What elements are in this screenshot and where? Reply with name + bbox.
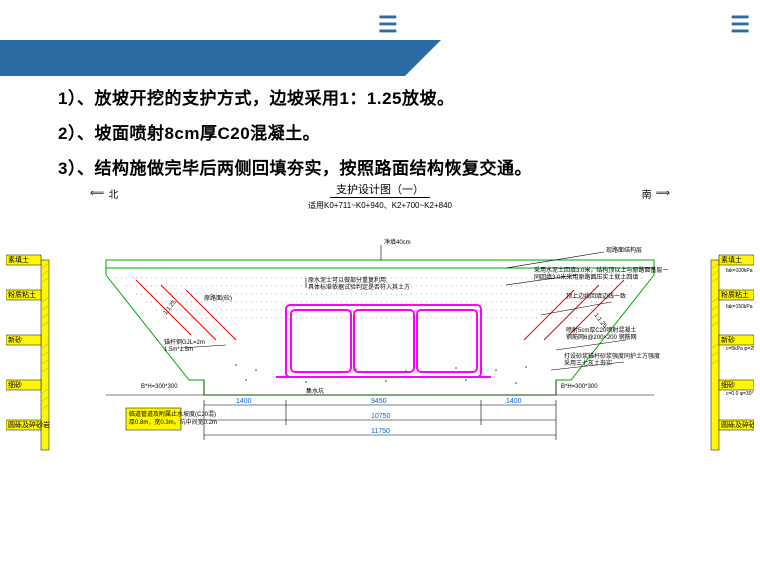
- svg-text:素填土: 素填土: [721, 255, 742, 264]
- svg-text:1400: 1400: [506, 398, 522, 405]
- svg-text:顶上边线回填边线一致: 顶上边线回填边线一致: [566, 292, 626, 300]
- svg-text:锚杆钢GJL=2m: 锚杆钢GJL=2m: [164, 338, 205, 346]
- left-soil-column: 素填土 粉质粘土 新砂 细砂 圆砾及碎砂岩: [6, 255, 50, 450]
- bullet-1: 1）、放坡开挖的支护方式，边坡采用1：1.25放坡。: [58, 84, 720, 109]
- bullet-3: 3）、结构施做完毕后两侧回填夯实，按照路面结构恢复交通。: [58, 154, 720, 179]
- menu-icon-right: ☰: [730, 12, 750, 38]
- svg-text:10750: 10750: [371, 413, 391, 420]
- svg-text:素填土: 素填土: [8, 255, 29, 264]
- svg-text:1:1.25: 1:1.25: [163, 299, 178, 316]
- svg-text:新砂: 新砂: [721, 335, 735, 344]
- svg-text:1400: 1400: [236, 398, 252, 405]
- svg-text:原水泥土可以做部分重复利用,: 原水泥土可以做部分重复利用,: [308, 276, 388, 284]
- svg-text:原路面(砼): 原路面(砼): [204, 294, 232, 302]
- svg-text:临道管道及附属止水坡度(C20混): 临道管道及附属止水坡度(C20混): [129, 410, 216, 418]
- bullet-2: 2）、坡面喷射8cm厚C20混凝土。: [58, 119, 720, 144]
- svg-text:11750: 11750: [371, 428, 390, 435]
- drawing-title: 支护设计图（一）: [330, 181, 430, 198]
- svg-text:c=0.0 φ=30°: c=0.0 φ=30°: [726, 391, 753, 397]
- svg-text:打设砂浆锚杆砂浆强度同护土方强度: 打设砂浆锚杆砂浆强度同护土方强度: [564, 352, 660, 360]
- menu-icon-top: ☰: [378, 12, 398, 38]
- svg-text:集水坑: 集水坑: [306, 387, 324, 395]
- svg-text:净填40cm: 净填40cm: [384, 238, 411, 246]
- svg-text:喷射5cm厚C20喷射混凝土: 喷射5cm厚C20喷射混凝土: [566, 326, 636, 334]
- svg-text:新砂: 新砂: [8, 335, 22, 344]
- svg-text:厚0.8m，宽0.3m。坑中间宽0.2m: 厚0.8m，宽0.3m。坑中间宽0.2m: [129, 418, 217, 426]
- engineering-drawing: 素填土 粉质粘土 新砂 细砂 圆砾及碎砂岩 素填土 粉质粘土 新砂 细砂 圆砾及…: [6, 220, 754, 510]
- svg-text:粉质粘土: 粉质粘土: [721, 290, 749, 299]
- svg-text:9450: 9450: [371, 398, 387, 405]
- svg-text:同回填3.0米采用原路面压实土就土回填: 同回填3.0米采用原路面压实土就土回填: [534, 273, 638, 281]
- annotations: 净填40cm 现路面结构层 原水泥土可以做部分重复利用, 具体标准依据试验判定是…: [126, 238, 668, 430]
- svg-text:现路面结构层: 现路面结构层: [606, 246, 642, 254]
- dimensions: 1400 9450 1400 10750 11750: [204, 398, 556, 440]
- north-arrow: ⟸北: [90, 186, 118, 201]
- svg-text:B*H=300*300: B*H=300*300: [141, 384, 178, 390]
- svg-text:B*H=300*300: B*H=300*300: [561, 384, 598, 390]
- svg-text:粉质粘土: 粉质粘土: [8, 290, 36, 299]
- drawing-subtitle: 适用K0+711~K0+940、K2+700~K2+840: [0, 200, 760, 211]
- svg-text:1.5m*1.5m: 1.5m*1.5m: [164, 347, 193, 353]
- svg-text:钢筋网6@200×200 钢筋网: 钢筋网6@200×200 钢筋网: [566, 333, 637, 341]
- svg-text:细砂: 细砂: [8, 380, 22, 389]
- svg-text:fak=150kPa φ=24°: fak=150kPa φ=24°: [726, 304, 754, 310]
- culvert-structure: [276, 305, 491, 377]
- svg-text:细砂: 细砂: [721, 380, 735, 389]
- text-content: 1）、放坡开挖的支护方式，边坡采用1：1.25放坡。 2）、坡面喷射8cm厚C2…: [58, 84, 720, 189]
- south-arrow: 南⟹: [642, 186, 670, 201]
- svg-text:具体标准依据试验判定是否符入其土方: 具体标准依据试验判定是否符入其土方: [308, 283, 410, 291]
- svg-text:采用水泥土回填3.0米，结构顶以上与原路面基层一: 采用水泥土回填3.0米，结构顶以上与原路面基层一: [534, 266, 668, 274]
- svg-text:圆砾及碎砂岩: 圆砾及碎砂岩: [721, 420, 754, 429]
- right-soil-column: 素填土 粉质粘土 新砂 细砂 圆砾及碎砂岩: [711, 255, 754, 450]
- svg-text:fak=100kPa φ=10°: fak=100kPa φ=10°: [726, 268, 754, 274]
- svg-text:圆砾及碎砂岩: 圆砾及碎砂岩: [8, 420, 50, 429]
- svg-text:采用三七灰土夯实: 采用三七灰土夯实: [564, 359, 612, 367]
- svg-text:c=5kPa φ=25°: c=5kPa φ=25°: [726, 346, 754, 352]
- title-banner: [0, 40, 405, 76]
